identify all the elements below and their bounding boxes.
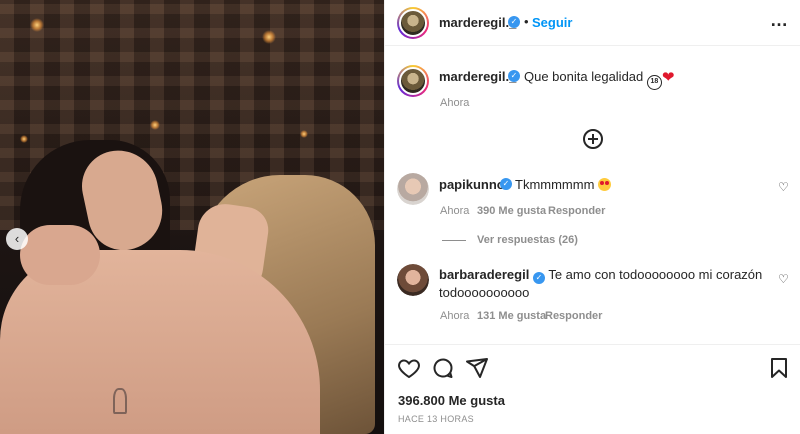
likes-count[interactable]: 396.800 Me gusta (398, 393, 505, 408)
photo-hand (20, 225, 100, 285)
comment-username[interactable]: papikunno (439, 177, 505, 192)
photo-light (20, 135, 28, 143)
comment-icon[interactable] (431, 356, 455, 380)
avatar[interactable] (397, 173, 429, 205)
action-bar: 396.800 Me gusta HACE 13 HORAS (385, 344, 800, 434)
bookmark-icon[interactable] (767, 356, 791, 380)
heart-icon[interactable] (397, 356, 421, 380)
photo-light (30, 18, 44, 32)
photo-light (300, 130, 308, 138)
comment-text-line1: Te amo con todoooooooo mi corazón (548, 267, 763, 282)
reply-button[interactable]: Responder (545, 310, 602, 322)
post-details-panel: marderegil._ ✓ • Seguir … marderegil._ ✓… (384, 0, 800, 434)
comment-likes[interactable]: 390 Me gusta (477, 205, 546, 217)
author-username[interactable]: marderegil._ (439, 15, 516, 30)
comment-text: Tkmmmmmm (515, 177, 595, 192)
comment-like-icon[interactable]: ♡ (778, 272, 789, 286)
comment-body: barbaraderegil ✓ Te amo con todoooooooo … (439, 266, 769, 301)
comment-text-line2: todoooooooooo (439, 285, 530, 300)
caption-text-wrap: Que bonita legalidad 18 ❤ (524, 68, 674, 90)
post-photo[interactable]: ‹ (0, 0, 384, 434)
follow-button[interactable]: Seguir (532, 15, 572, 30)
view-replies-button[interactable]: Ver respuestas (26) (477, 234, 578, 246)
comment-likes[interactable]: 131 Me gusta (477, 310, 546, 322)
photo-light (150, 120, 160, 130)
reply-button[interactable]: Responder (548, 205, 605, 217)
photo-tattoo (113, 388, 127, 414)
eighteen-emoji-icon: 18 (646, 75, 662, 90)
separator-dot: • (524, 14, 529, 29)
comment-time: Ahora (440, 310, 470, 322)
verified-badge-icon: ✓ (508, 70, 520, 82)
avatar[interactable] (397, 264, 429, 296)
avatar[interactable] (397, 65, 429, 97)
caption-text: Que bonita legalidad (524, 69, 644, 84)
replies-divider (442, 240, 466, 241)
posted-time: HACE 13 HORAS (398, 414, 474, 424)
comment-time: Ahora (440, 205, 470, 217)
heart-emoji-icon: ❤ (661, 69, 675, 86)
more-options-icon[interactable]: … (770, 10, 789, 31)
comment-username[interactable]: barbaraderegil (439, 267, 529, 282)
chevron-left-icon: ‹ (14, 231, 20, 246)
comment-like-icon[interactable]: ♡ (778, 180, 789, 194)
caption-time: Ahora (440, 97, 470, 109)
caption-username[interactable]: marderegil._ (439, 69, 516, 84)
photo-light (262, 30, 276, 44)
verified-badge-icon: ✓ (500, 178, 512, 190)
comment-text-wrap: Tkmmmmmm (515, 176, 612, 193)
plus-circle-icon[interactable] (583, 129, 603, 149)
post-header: marderegil._ ✓ • Seguir … (385, 0, 800, 46)
verified-badge-icon: ✓ (508, 16, 520, 28)
avatar[interactable] (397, 7, 429, 39)
heart-eyes-emoji-icon (598, 178, 612, 191)
verified-badge-icon: ✓ (532, 272, 545, 284)
carousel-prev-button[interactable]: ‹ (6, 228, 28, 250)
share-icon[interactable] (465, 356, 489, 380)
